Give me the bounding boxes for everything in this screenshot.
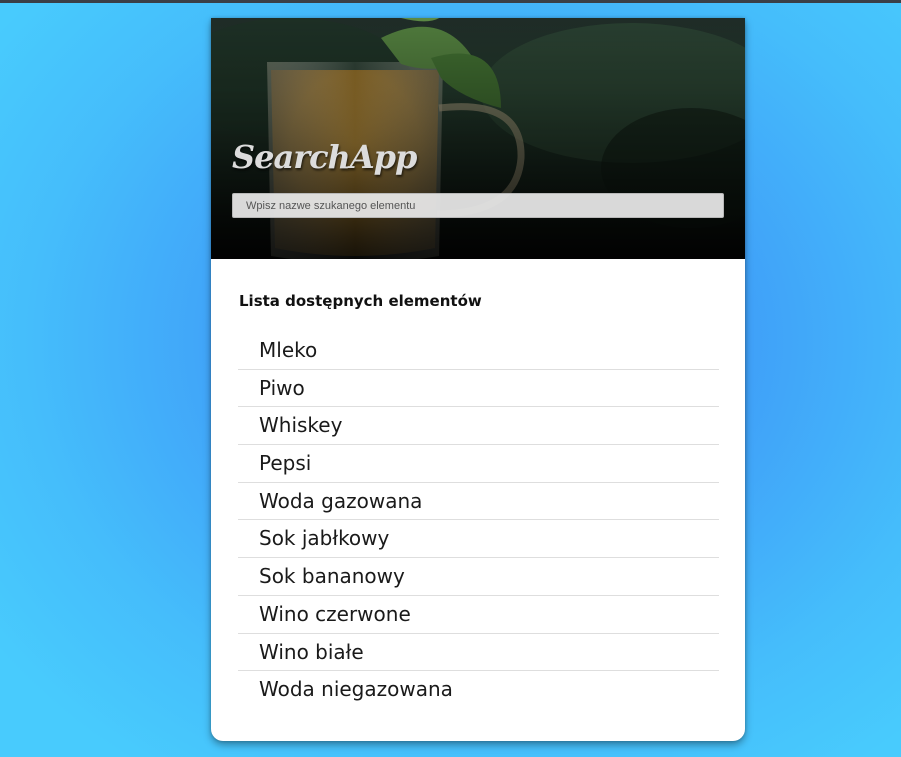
list-item[interactable]: Wino białe xyxy=(238,634,719,672)
search-input[interactable] xyxy=(232,193,724,218)
search-card: SearchApp Lista dostępnych elementów Mle… xyxy=(211,18,745,741)
app-logo: SearchApp xyxy=(232,138,417,176)
window-top-border xyxy=(0,0,901,3)
list-item[interactable]: Woda gazowana xyxy=(238,483,719,521)
list-title: Lista dostępnych elementów xyxy=(239,292,482,310)
items-list: Mleko Piwo Whiskey Pepsi Woda gazowana S… xyxy=(238,332,719,709)
list-item[interactable]: Sok jabłkowy xyxy=(238,520,719,559)
list-item[interactable]: Whiskey xyxy=(238,407,719,446)
list-item[interactable]: Piwo xyxy=(238,370,719,408)
list-item[interactable]: Wino czerwone xyxy=(238,596,719,634)
list-item[interactable]: Sok bananowy xyxy=(238,558,719,596)
list-item[interactable]: Woda niegazowana xyxy=(238,671,719,709)
header-image: SearchApp xyxy=(211,18,745,259)
list-item[interactable]: Pepsi xyxy=(238,445,719,483)
list-item[interactable]: Mleko xyxy=(238,332,719,370)
